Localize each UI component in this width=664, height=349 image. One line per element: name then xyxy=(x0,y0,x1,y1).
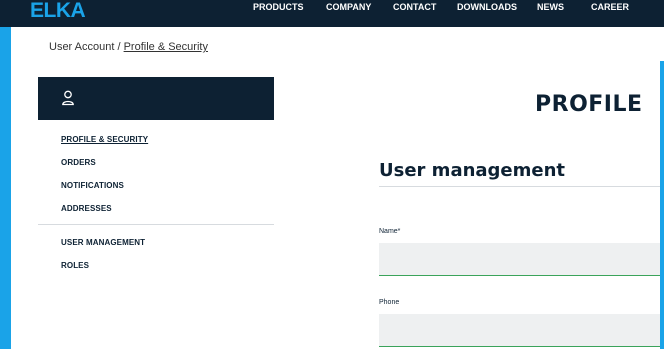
section-title: User management xyxy=(379,160,566,181)
breadcrumb-root[interactable]: User Account xyxy=(49,41,114,53)
elka-logo[interactable]: ELKA xyxy=(30,1,85,21)
sidebar-item-orders[interactable]: ORDERS xyxy=(61,158,96,167)
sidebar-divider xyxy=(38,224,274,225)
top-navigation-bar: ELKA PRODUCTS COMPANY CONTACT DOWNLOADS … xyxy=(0,0,664,27)
left-accent-strip xyxy=(0,0,11,349)
sidebar-item-notifications[interactable]: NOTIFICATIONS xyxy=(61,181,124,190)
nav-news[interactable]: NEWS xyxy=(537,0,564,14)
nav-contact[interactable]: CONTACT xyxy=(393,0,436,14)
nav-career[interactable]: CAREER xyxy=(591,0,629,14)
breadcrumb-current[interactable]: Profile & Security xyxy=(124,41,208,53)
section-divider xyxy=(379,186,660,187)
account-header-box xyxy=(38,77,274,120)
page-title: PROFILE xyxy=(535,92,643,117)
breadcrumb-separator: / xyxy=(114,41,124,53)
name-field[interactable] xyxy=(379,243,660,276)
nav-downloads[interactable]: DOWNLOADS xyxy=(457,0,517,14)
sidebar-item-user-management[interactable]: USER MANAGEMENT xyxy=(61,238,145,247)
nav-company[interactable]: COMPANY xyxy=(326,0,371,14)
phone-field[interactable] xyxy=(379,314,660,347)
breadcrumb: User Account / Profile & Security xyxy=(49,41,208,53)
sidebar-item-profile-security[interactable]: PROFILE & SECURITY xyxy=(61,135,148,144)
name-field-label: Name* xyxy=(379,228,401,235)
right-accent-strip xyxy=(660,61,664,349)
phone-field-label: Phone xyxy=(379,299,400,306)
sidebar-item-addresses[interactable]: ADDRESSES xyxy=(61,204,112,213)
sidebar-item-roles[interactable]: ROLES xyxy=(61,261,89,270)
nav-products[interactable]: PRODUCTS xyxy=(253,0,304,14)
user-icon xyxy=(62,90,74,106)
